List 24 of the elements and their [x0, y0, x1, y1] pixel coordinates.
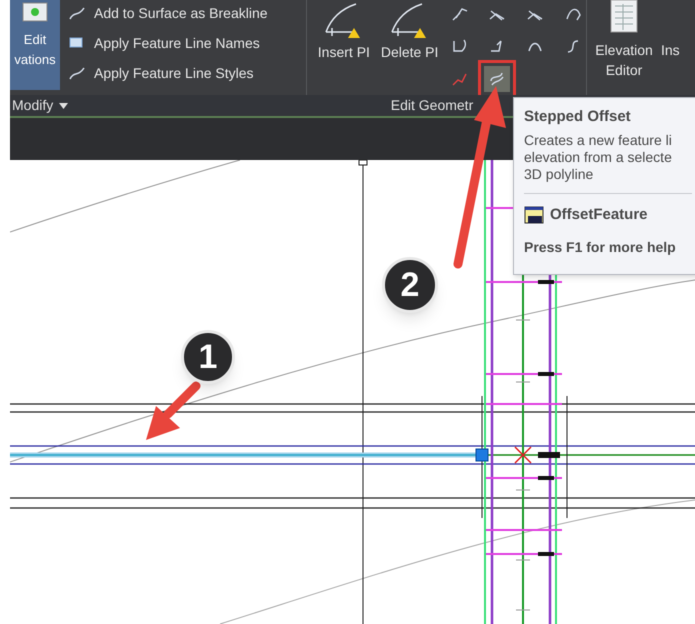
tool-button[interactable]	[484, 66, 510, 92]
tooltip-description: elevation from a selecte	[524, 149, 673, 166]
feature-line-icon	[68, 65, 86, 81]
tooltip-title: Stepped Offset	[524, 107, 632, 127]
edit-elevations-button[interactable]: Edit vations	[10, 0, 60, 90]
tooltip-description: 3D polyline	[524, 166, 594, 183]
elevation-icon	[22, 2, 48, 22]
command-button[interactable]: Apply Feature Line Styles	[68, 59, 268, 87]
command-icon	[524, 206, 544, 224]
panel-title[interactable]: Modify	[10, 95, 307, 116]
ribbon-button[interactable]: Insert PI	[311, 0, 377, 95]
step-marker: 2	[382, 257, 438, 313]
ribbon-button[interactable]: Delete PI	[376, 0, 442, 95]
elevation-editor-button[interactable]: Elevation Editor	[587, 0, 661, 95]
step-marker: 1	[181, 330, 235, 384]
feature-line-icon	[68, 5, 86, 21]
command-button[interactable]: Add to Surface as Breakline	[68, 0, 268, 27]
panel-title: Edit Geometr	[390, 96, 474, 115]
tooltip-description: Creates a new feature li	[524, 132, 673, 149]
command-name: OffsetFeature	[550, 205, 648, 225]
ribbon-button[interactable]: Ins	[661, 0, 680, 60]
command-button[interactable]: Apply Feature Line Names	[68, 29, 268, 57]
help-text: Press F1 for more help	[524, 238, 677, 257]
dropdown-icon	[59, 102, 68, 108]
